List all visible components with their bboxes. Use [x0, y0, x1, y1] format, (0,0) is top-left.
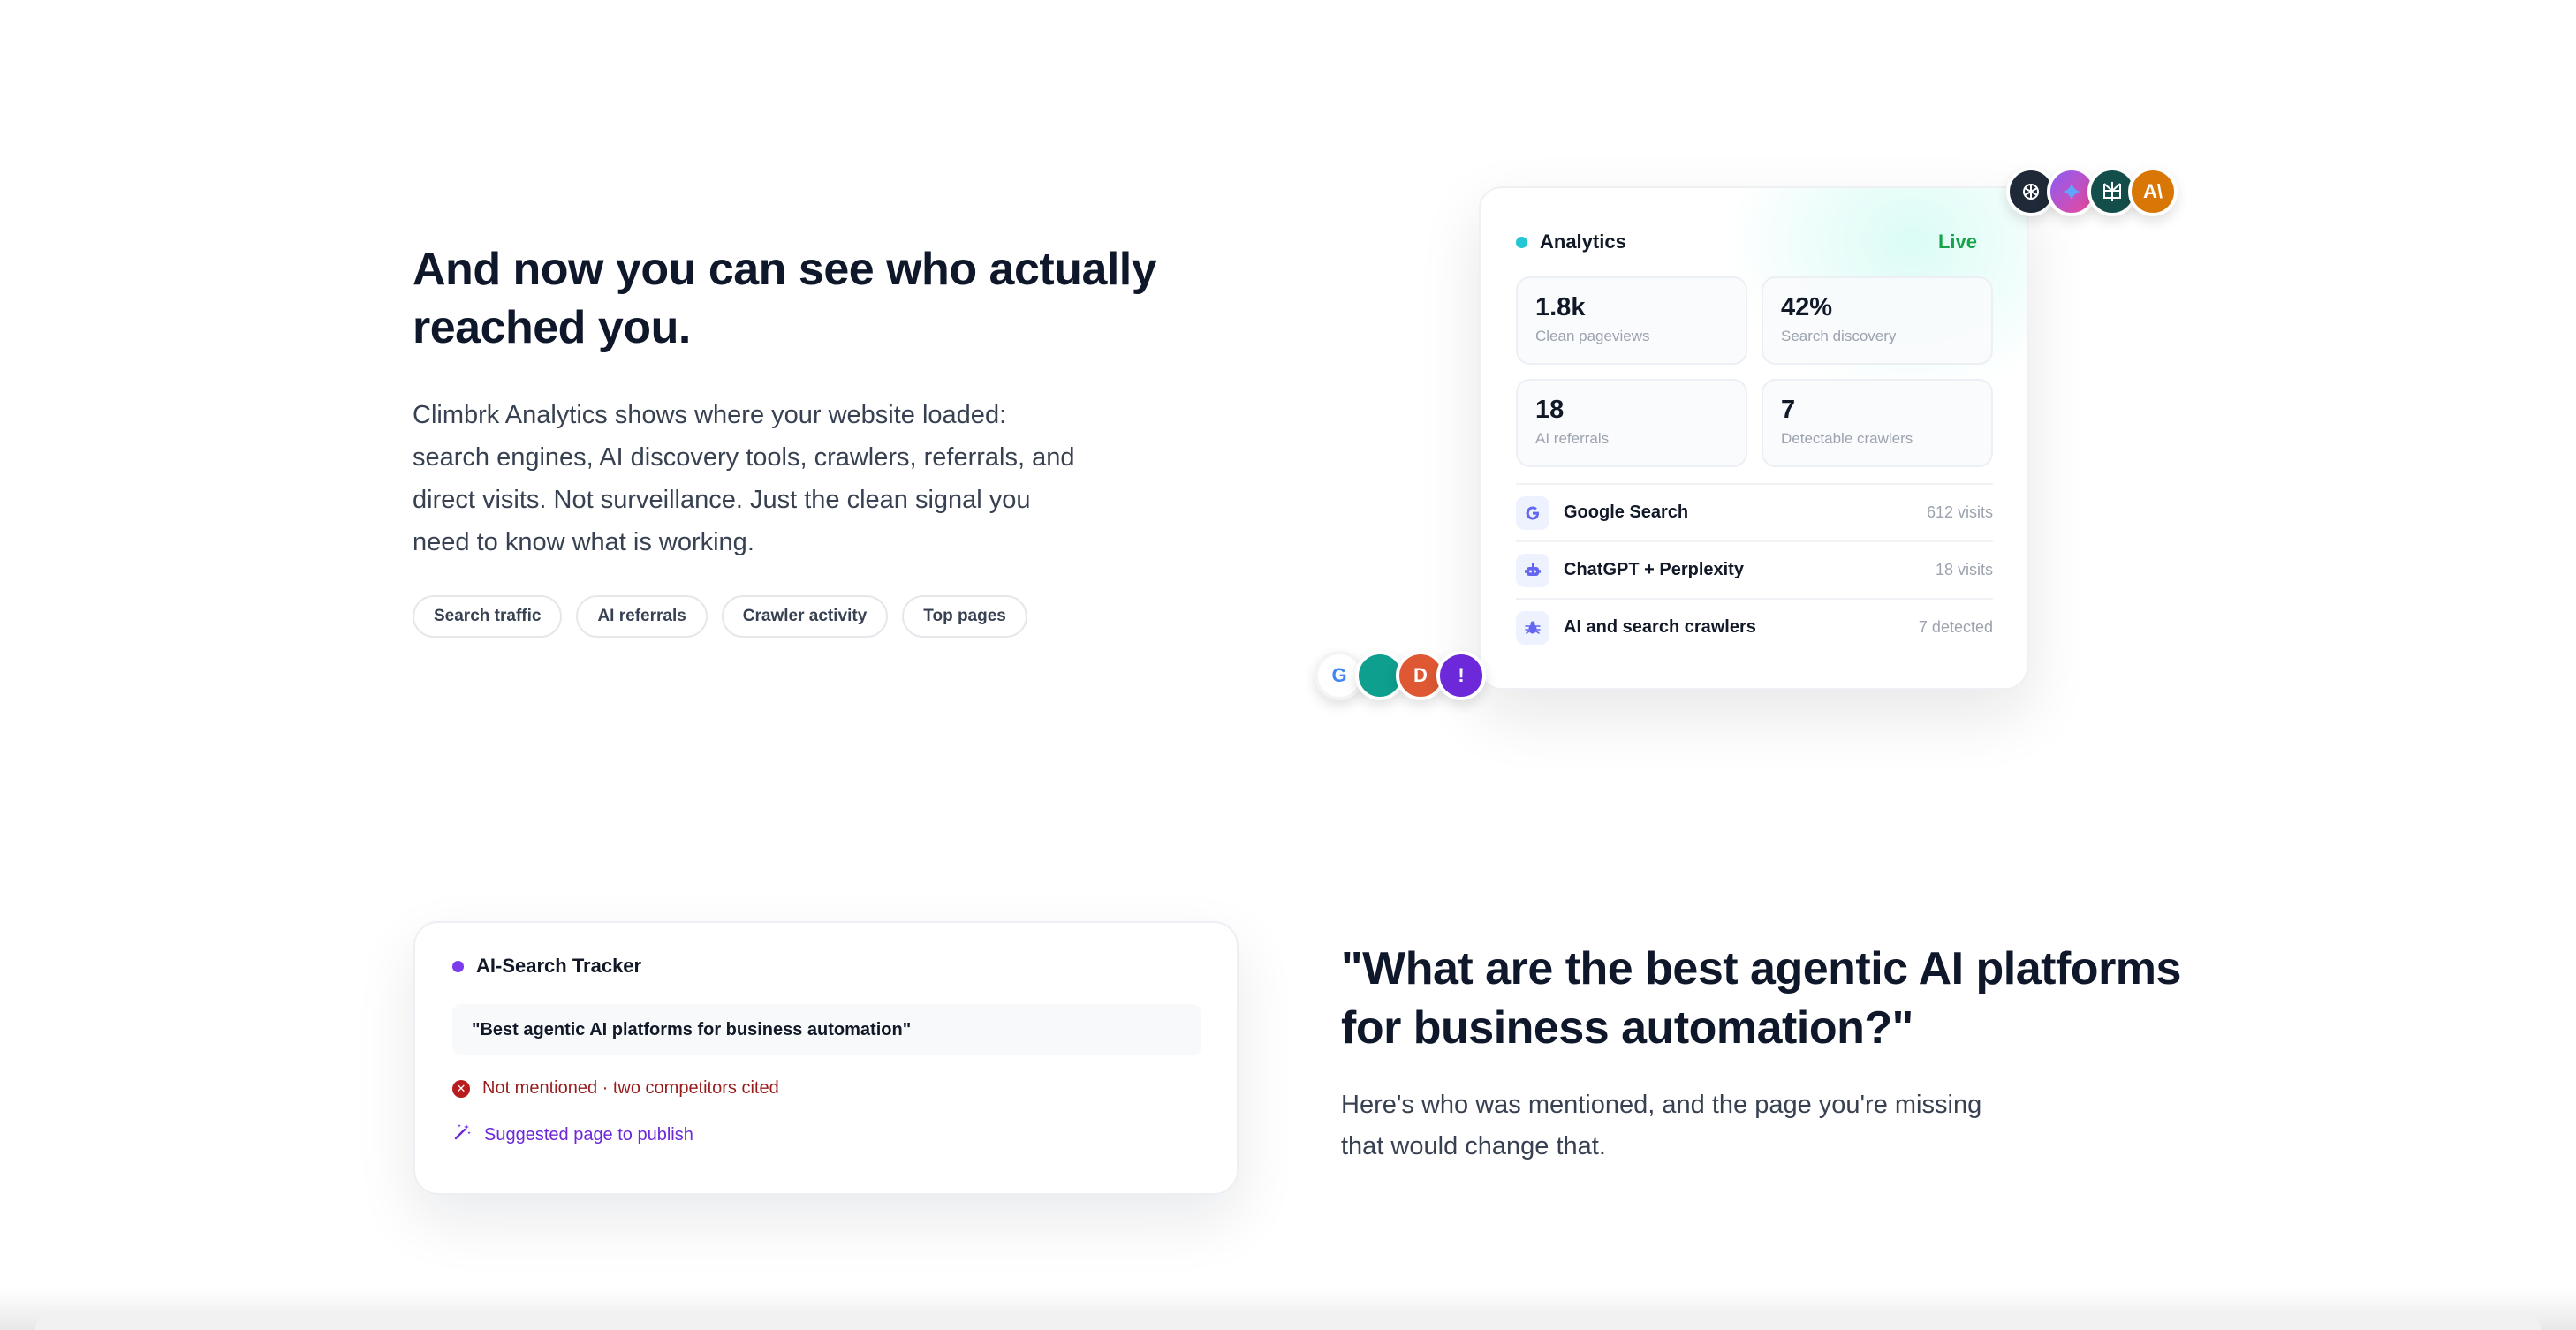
stat-label: Detectable crawlers [1781, 430, 1913, 447]
tracker-query: "Best agentic AI platforms for business … [452, 1004, 1201, 1055]
source-count: 7 detected [1918, 618, 1993, 636]
chip-search-traffic[interactable]: Search traffic [413, 595, 563, 638]
status-dot-icon [1516, 236, 1527, 248]
source-list: Google Search 612 visits ChatGPT + Perpl… [1516, 483, 1993, 655]
list-item[interactable]: ChatGPT + Perplexity 18 visits [1516, 540, 1993, 598]
stat-card: 7 Detectable crawlers [1762, 379, 1993, 467]
list-item[interactable]: AI and search crawlers 7 detected [1516, 598, 1993, 655]
tracker-status: ✕ Not mentioned · two competitors cited [452, 1078, 779, 1099]
source-name: ChatGPT + Perplexity [1564, 560, 1744, 579]
tracker-title: AI-Search Tracker [476, 955, 642, 977]
next-section-edge [35, 1311, 2541, 1330]
yahoo-icon: ! [1436, 651, 1486, 700]
suggested-page-text: Suggested page to publish [484, 1124, 693, 1145]
robot-icon [1516, 553, 1549, 587]
stat-card: 18 AI referrals [1516, 379, 1747, 467]
stat-value: 42% [1781, 293, 1833, 321]
section2-text-block: "What are the best agentic AI platforms … [1341, 940, 2189, 1168]
tracker-status-text: Not mentioned · two competitors cited [482, 1078, 779, 1098]
list-item[interactable]: Google Search 612 visits [1516, 483, 1993, 540]
source-name: Google Search [1564, 503, 1689, 522]
anthropic-icon: A\ [2128, 167, 2178, 216]
section2-description: Here's who was mentioned, and the page y… [1341, 1091, 1982, 1160]
hero-text-block: And now you can see who actually reached… [413, 240, 1190, 638]
tracker-dot-icon [452, 960, 464, 972]
hero-description: Climbrk Analytics shows where your websi… [413, 401, 1075, 556]
section2-title: "What are the best agentic AI platforms … [1341, 943, 2181, 1054]
google-g-icon [1516, 495, 1549, 530]
ai-search-tracker-card: AI-Search Tracker "Best agentic AI platf… [413, 921, 1239, 1195]
stat-value: 7 [1781, 396, 1796, 424]
ai-platform-avatars: A\ [2006, 167, 2178, 216]
stats-grid: 1.8k Clean pageviews 42% Search discover… [1516, 276, 1993, 467]
chip-crawler-activity[interactable]: Crawler activity [721, 595, 889, 638]
hero-title: And now you can see who actually reached… [413, 244, 1157, 353]
bug-icon [1516, 610, 1549, 645]
stat-label: Clean pageviews [1535, 328, 1650, 344]
stat-value: 1.8k [1535, 293, 1586, 321]
suggested-page-link[interactable]: Suggested page to publish [452, 1122, 693, 1147]
source-name: AI and search crawlers [1564, 617, 1756, 637]
source-count: 18 visits [1935, 561, 1993, 578]
search-engine-avatars: G D ! [1315, 651, 1486, 700]
error-x-icon: ✕ [452, 1079, 470, 1098]
stat-label: AI referrals [1535, 430, 1610, 447]
analytics-header: Analytics Live [1516, 227, 1977, 257]
chip-top-pages[interactable]: Top pages [902, 595, 1027, 638]
stat-card: 1.8k Clean pageviews [1516, 276, 1747, 365]
magic-wand-icon [452, 1122, 472, 1147]
source-count: 612 visits [1926, 503, 1993, 521]
analytics-title: Analytics [1540, 230, 1626, 253]
live-badge: Live [1937, 230, 1977, 253]
stat-value: 18 [1535, 396, 1565, 424]
feature-chips: Search traffic AI referrals Crawler acti… [413, 595, 1190, 638]
chip-ai-referrals[interactable]: AI referrals [576, 595, 708, 638]
stat-label: Search discovery [1781, 328, 1897, 344]
stat-card: 42% Search discovery [1762, 276, 1993, 365]
analytics-card: Analytics Live 1.8k Clean pageviews 42% … [1479, 186, 2028, 690]
